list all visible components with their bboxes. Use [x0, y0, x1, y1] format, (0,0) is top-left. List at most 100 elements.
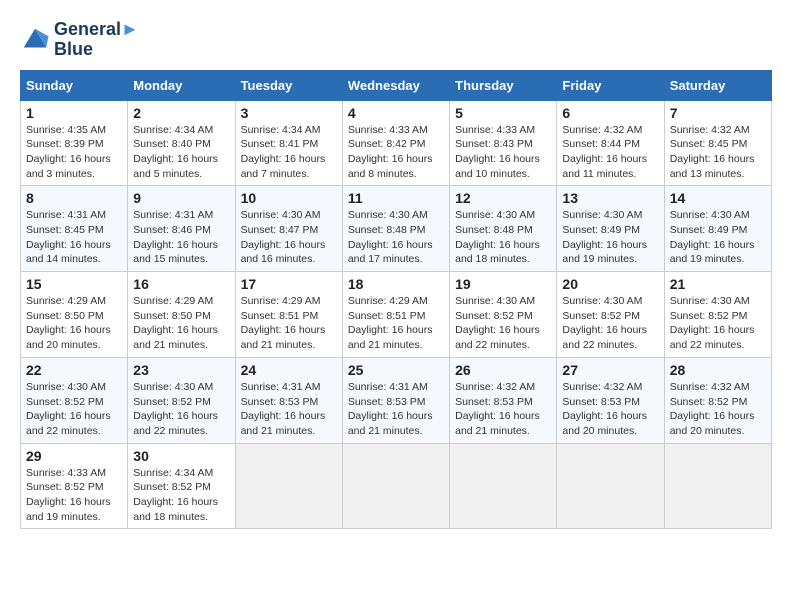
- calendar-cell: 17 Sunrise: 4:29 AMSunset: 8:51 PMDaylig…: [235, 272, 342, 358]
- logo: General► Blue: [20, 20, 139, 60]
- calendar-cell: 6 Sunrise: 4:32 AMSunset: 8:44 PMDayligh…: [557, 100, 664, 186]
- day-content: Sunrise: 4:31 AMSunset: 8:45 PMDaylight:…: [26, 208, 122, 267]
- calendar-week-2: 8 Sunrise: 4:31 AMSunset: 8:45 PMDayligh…: [21, 186, 772, 272]
- calendar-week-1: 1 Sunrise: 4:35 AMSunset: 8:39 PMDayligh…: [21, 100, 772, 186]
- day-content: Sunrise: 4:29 AMSunset: 8:51 PMDaylight:…: [348, 294, 444, 353]
- day-number: 11: [348, 190, 444, 206]
- calendar-cell: 28 Sunrise: 4:32 AMSunset: 8:52 PMDaylig…: [664, 357, 771, 443]
- calendar-cell: 14 Sunrise: 4:30 AMSunset: 8:49 PMDaylig…: [664, 186, 771, 272]
- day-number: 10: [241, 190, 337, 206]
- col-header-tuesday: Tuesday: [235, 70, 342, 100]
- day-content: Sunrise: 4:30 AMSunset: 8:48 PMDaylight:…: [455, 208, 551, 267]
- day-content: Sunrise: 4:34 AMSunset: 8:52 PMDaylight:…: [133, 466, 229, 525]
- calendar-cell: 10 Sunrise: 4:30 AMSunset: 8:47 PMDaylig…: [235, 186, 342, 272]
- logo-text: General► Blue: [54, 20, 139, 60]
- calendar-cell: 30 Sunrise: 4:34 AMSunset: 8:52 PMDaylig…: [128, 443, 235, 529]
- calendar-cell: 5 Sunrise: 4:33 AMSunset: 8:43 PMDayligh…: [450, 100, 557, 186]
- day-content: Sunrise: 4:30 AMSunset: 8:52 PMDaylight:…: [133, 380, 229, 439]
- day-number: 9: [133, 190, 229, 206]
- day-number: 24: [241, 362, 337, 378]
- day-number: 29: [26, 448, 122, 464]
- day-content: Sunrise: 4:30 AMSunset: 8:49 PMDaylight:…: [670, 208, 766, 267]
- day-number: 19: [455, 276, 551, 292]
- calendar-cell: 18 Sunrise: 4:29 AMSunset: 8:51 PMDaylig…: [342, 272, 449, 358]
- day-content: Sunrise: 4:29 AMSunset: 8:50 PMDaylight:…: [26, 294, 122, 353]
- day-content: Sunrise: 4:30 AMSunset: 8:47 PMDaylight:…: [241, 208, 337, 267]
- day-content: Sunrise: 4:32 AMSunset: 8:53 PMDaylight:…: [455, 380, 551, 439]
- day-content: Sunrise: 4:30 AMSunset: 8:52 PMDaylight:…: [26, 380, 122, 439]
- calendar-cell: 9 Sunrise: 4:31 AMSunset: 8:46 PMDayligh…: [128, 186, 235, 272]
- logo-icon: [20, 25, 50, 55]
- day-number: 30: [133, 448, 229, 464]
- day-number: 4: [348, 105, 444, 121]
- col-header-saturday: Saturday: [664, 70, 771, 100]
- col-header-thursday: Thursday: [450, 70, 557, 100]
- day-number: 13: [562, 190, 658, 206]
- day-number: 20: [562, 276, 658, 292]
- day-content: Sunrise: 4:31 AMSunset: 8:46 PMDaylight:…: [133, 208, 229, 267]
- day-number: 14: [670, 190, 766, 206]
- day-content: Sunrise: 4:33 AMSunset: 8:42 PMDaylight:…: [348, 123, 444, 182]
- calendar-cell: [342, 443, 449, 529]
- calendar-week-4: 22 Sunrise: 4:30 AMSunset: 8:52 PMDaylig…: [21, 357, 772, 443]
- day-number: 1: [26, 105, 122, 121]
- calendar-cell: 11 Sunrise: 4:30 AMSunset: 8:48 PMDaylig…: [342, 186, 449, 272]
- calendar-cell: 3 Sunrise: 4:34 AMSunset: 8:41 PMDayligh…: [235, 100, 342, 186]
- day-number: 23: [133, 362, 229, 378]
- day-content: Sunrise: 4:33 AMSunset: 8:43 PMDaylight:…: [455, 123, 551, 182]
- calendar-cell: 21 Sunrise: 4:30 AMSunset: 8:52 PMDaylig…: [664, 272, 771, 358]
- day-content: Sunrise: 4:32 AMSunset: 8:45 PMDaylight:…: [670, 123, 766, 182]
- day-number: 17: [241, 276, 337, 292]
- col-header-monday: Monday: [128, 70, 235, 100]
- calendar-cell: 13 Sunrise: 4:30 AMSunset: 8:49 PMDaylig…: [557, 186, 664, 272]
- calendar-cell: 23 Sunrise: 4:30 AMSunset: 8:52 PMDaylig…: [128, 357, 235, 443]
- day-number: 25: [348, 362, 444, 378]
- day-number: 15: [26, 276, 122, 292]
- day-content: Sunrise: 4:29 AMSunset: 8:51 PMDaylight:…: [241, 294, 337, 353]
- day-content: Sunrise: 4:29 AMSunset: 8:50 PMDaylight:…: [133, 294, 229, 353]
- calendar-cell: 20 Sunrise: 4:30 AMSunset: 8:52 PMDaylig…: [557, 272, 664, 358]
- day-content: Sunrise: 4:32 AMSunset: 8:44 PMDaylight:…: [562, 123, 658, 182]
- calendar-cell: 15 Sunrise: 4:29 AMSunset: 8:50 PMDaylig…: [21, 272, 128, 358]
- day-content: Sunrise: 4:34 AMSunset: 8:40 PMDaylight:…: [133, 123, 229, 182]
- day-number: 28: [670, 362, 766, 378]
- day-number: 6: [562, 105, 658, 121]
- day-number: 27: [562, 362, 658, 378]
- calendar-cell: [450, 443, 557, 529]
- calendar-week-5: 29 Sunrise: 4:33 AMSunset: 8:52 PMDaylig…: [21, 443, 772, 529]
- day-content: Sunrise: 4:33 AMSunset: 8:52 PMDaylight:…: [26, 466, 122, 525]
- calendar-cell: 4 Sunrise: 4:33 AMSunset: 8:42 PMDayligh…: [342, 100, 449, 186]
- calendar-cell: 29 Sunrise: 4:33 AMSunset: 8:52 PMDaylig…: [21, 443, 128, 529]
- col-header-friday: Friday: [557, 70, 664, 100]
- day-content: Sunrise: 4:32 AMSunset: 8:52 PMDaylight:…: [670, 380, 766, 439]
- day-content: Sunrise: 4:30 AMSunset: 8:48 PMDaylight:…: [348, 208, 444, 267]
- day-content: Sunrise: 4:30 AMSunset: 8:52 PMDaylight:…: [455, 294, 551, 353]
- day-number: 2: [133, 105, 229, 121]
- calendar-cell: 16 Sunrise: 4:29 AMSunset: 8:50 PMDaylig…: [128, 272, 235, 358]
- day-number: 8: [26, 190, 122, 206]
- day-number: 21: [670, 276, 766, 292]
- day-content: Sunrise: 4:34 AMSunset: 8:41 PMDaylight:…: [241, 123, 337, 182]
- calendar-cell: 24 Sunrise: 4:31 AMSunset: 8:53 PMDaylig…: [235, 357, 342, 443]
- calendar-cell: [664, 443, 771, 529]
- day-number: 5: [455, 105, 551, 121]
- day-number: 12: [455, 190, 551, 206]
- day-content: Sunrise: 4:32 AMSunset: 8:53 PMDaylight:…: [562, 380, 658, 439]
- calendar-cell: 22 Sunrise: 4:30 AMSunset: 8:52 PMDaylig…: [21, 357, 128, 443]
- calendar-cell: 27 Sunrise: 4:32 AMSunset: 8:53 PMDaylig…: [557, 357, 664, 443]
- calendar-cell: 26 Sunrise: 4:32 AMSunset: 8:53 PMDaylig…: [450, 357, 557, 443]
- calendar-cell: 25 Sunrise: 4:31 AMSunset: 8:53 PMDaylig…: [342, 357, 449, 443]
- day-number: 18: [348, 276, 444, 292]
- calendar-cell: 8 Sunrise: 4:31 AMSunset: 8:45 PMDayligh…: [21, 186, 128, 272]
- day-content: Sunrise: 4:31 AMSunset: 8:53 PMDaylight:…: [348, 380, 444, 439]
- day-number: 22: [26, 362, 122, 378]
- calendar-cell: 1 Sunrise: 4:35 AMSunset: 8:39 PMDayligh…: [21, 100, 128, 186]
- calendar-cell: 12 Sunrise: 4:30 AMSunset: 8:48 PMDaylig…: [450, 186, 557, 272]
- day-content: Sunrise: 4:30 AMSunset: 8:52 PMDaylight:…: [562, 294, 658, 353]
- day-content: Sunrise: 4:30 AMSunset: 8:49 PMDaylight:…: [562, 208, 658, 267]
- calendar-cell: 2 Sunrise: 4:34 AMSunset: 8:40 PMDayligh…: [128, 100, 235, 186]
- day-number: 26: [455, 362, 551, 378]
- page-header: General► Blue: [20, 20, 772, 60]
- day-number: 16: [133, 276, 229, 292]
- day-number: 3: [241, 105, 337, 121]
